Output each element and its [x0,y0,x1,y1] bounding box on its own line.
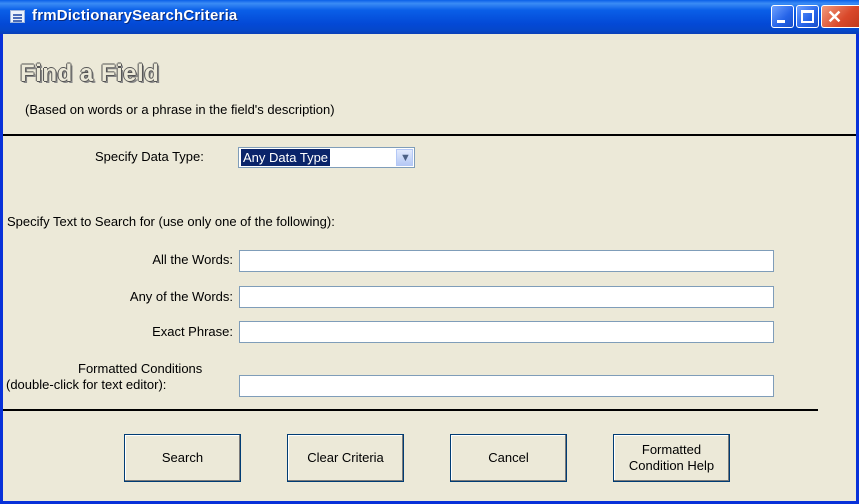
maximize-button[interactable] [796,5,819,28]
minimize-button[interactable] [771,5,794,28]
close-icon: ✕ [827,7,843,27]
maximize-icon [801,10,814,23]
data-type-dropdown-button[interactable]: ▼ [396,149,413,166]
exact-phrase-input[interactable] [239,321,774,343]
exact-phrase-label: Exact Phrase: [152,324,233,339]
cancel-button[interactable]: Cancel [450,434,567,482]
data-type-label: Specify Data Type: [95,149,204,164]
data-type-select[interactable]: Any Data Type ▼ [238,147,415,168]
title-bar[interactable]: frmDictionarySearchCriteria ✕ [0,0,859,34]
formatted-condition-help-button[interactable]: Formatted Condition Help [613,434,730,482]
formatted-conditions-label-line2: (double-click for text editor): [6,377,167,392]
any-words-input[interactable] [239,286,774,308]
dropdown-arrow-icon: ▼ [400,152,411,164]
footer-divider [3,409,818,411]
formatted-conditions-input[interactable] [239,375,774,397]
form-heading: Find a Field [20,60,160,87]
search-button[interactable]: Search [124,434,241,482]
all-words-input[interactable] [239,250,774,272]
close-button[interactable]: ✕ [821,5,859,28]
search-text-instruction: Specify Text to Search for (use only one… [7,214,335,229]
data-type-selected-value: Any Data Type [241,149,331,166]
form-subheading: (Based on words or a phrase in the field… [25,102,335,117]
window-title: frmDictionarySearchCriteria [32,7,238,24]
formatted-conditions-label-line1: Formatted Conditions [78,361,203,376]
header-divider [3,134,856,136]
all-words-label: All the Words: [152,252,233,267]
any-words-label: Any of the Words: [129,289,233,304]
minimize-icon [777,20,785,23]
form-icon[interactable] [10,10,25,23]
clear-criteria-button[interactable]: Clear Criteria [287,434,404,482]
form-window: frmDictionarySearchCriteria ✕ Find a Fie… [0,0,859,504]
